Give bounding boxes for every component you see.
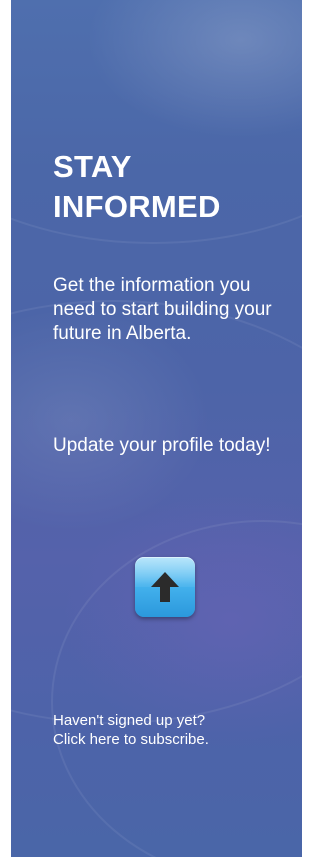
update-profile-button[interactable] bbox=[135, 557, 195, 617]
subscribe-link-line-1: Haven't signed up yet? bbox=[53, 712, 206, 729]
info-paragraph: Get the information you need to start bu… bbox=[53, 275, 272, 344]
banner-title: STAY INFORMED bbox=[53, 147, 293, 227]
stay-informed-banner: STAY INFORMED Get the information you ne… bbox=[11, 0, 302, 857]
up-arrow-icon bbox=[151, 572, 179, 602]
update-profile-paragraph: Update your profile today! bbox=[53, 435, 271, 456]
subscribe-link[interactable]: Haven't signed up yet? Click here to sub… bbox=[53, 711, 302, 749]
subscribe-link-line-2: Click here to subscribe. bbox=[53, 731, 209, 748]
banner-title-line-1: STAY bbox=[53, 149, 132, 184]
banner-title-line-2: INFORMED bbox=[53, 189, 221, 224]
